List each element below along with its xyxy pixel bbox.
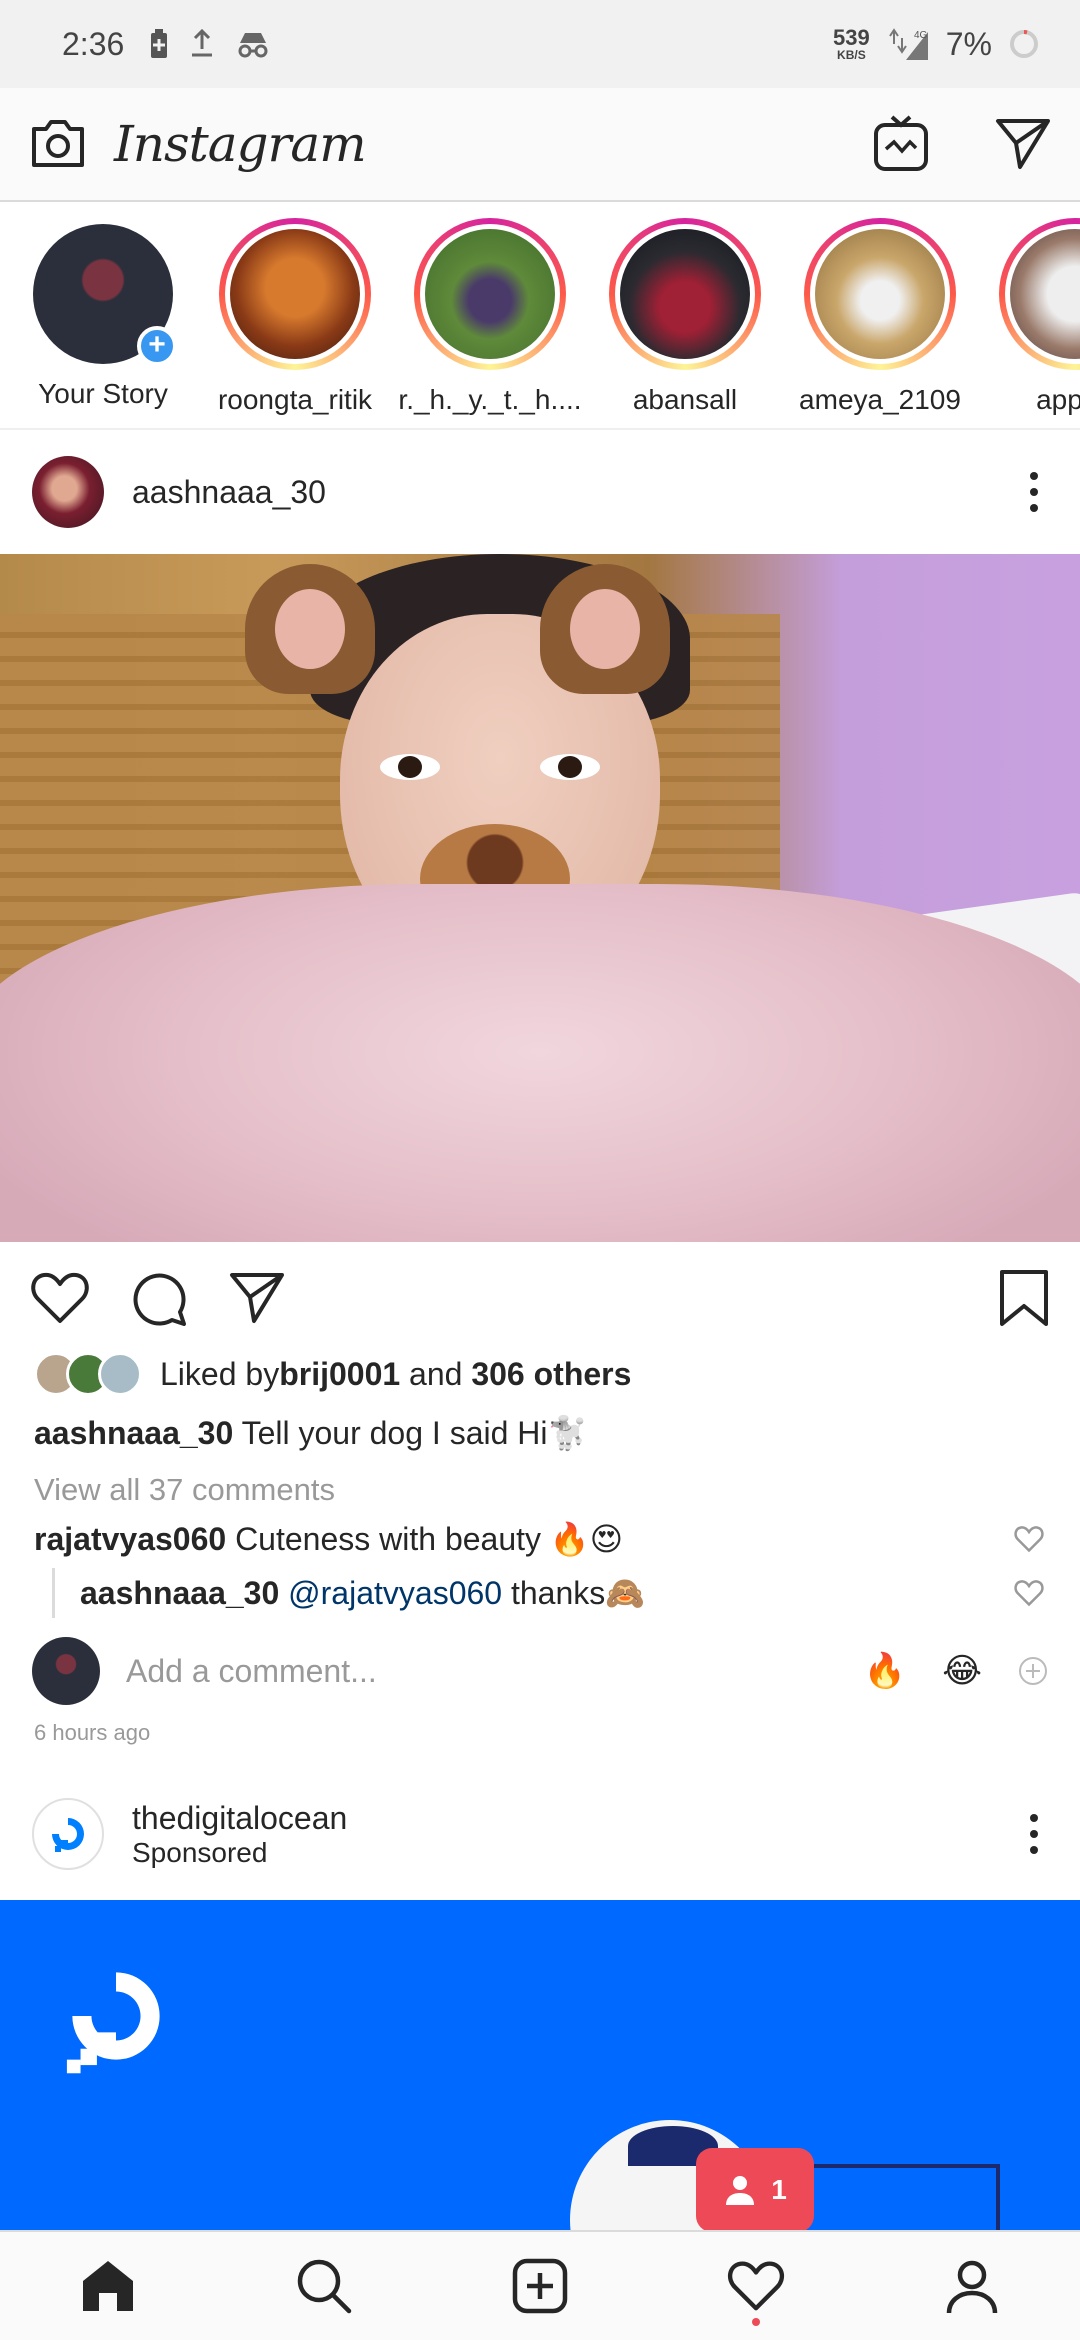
network-speed: 539 KB/S (833, 25, 870, 62)
add-comment-row: Add a comment... 🔥 😂 (32, 1636, 1048, 1706)
post-image[interactable] (0, 554, 1080, 1242)
incognito-icon (238, 33, 268, 58)
avatar (98, 1352, 142, 1396)
story-name: Your Story (38, 378, 168, 409)
sponsored-label: Sponsored (132, 1836, 268, 1868)
story-your-story[interactable]: + Your Story (8, 218, 198, 410)
igtv-icon[interactable] (872, 115, 930, 173)
liked-by-and: and (400, 1355, 472, 1392)
camera-icon[interactable] (28, 117, 88, 171)
add-comment-input[interactable]: Add a comment... (126, 1653, 377, 1690)
avatar (620, 229, 750, 359)
home-icon[interactable] (79, 2257, 137, 2315)
comment-mention[interactable]: @rajatvyas060 (279, 1575, 502, 1612)
liked-by-others[interactable]: 306 others (471, 1356, 631, 1393)
add-story-plus-icon[interactable]: + (137, 326, 177, 366)
story-name: abansall (632, 384, 738, 415)
quick-emoji-fire[interactable]: 🔥 (864, 1651, 906, 1691)
reply-indicator (52, 1568, 55, 1618)
battery-percent: 7% (945, 25, 992, 62)
instagram-logo: Instagram (114, 115, 367, 173)
caption-username[interactable]: aashnaaa_30 (34, 1415, 233, 1451)
caption-text: Tell your dog I said Hi🐩 (233, 1415, 588, 1451)
digitalocean-logo-icon (52, 1818, 84, 1852)
activity-notification-bubble[interactable]: 1 (696, 2148, 814, 2246)
avatar (815, 229, 945, 359)
post-username[interactable]: aashnaaa_30 (132, 474, 326, 511)
battery-ring-icon (1010, 30, 1038, 58)
avatar: + (33, 224, 177, 366)
likes-summary[interactable]: Liked by brij0001 and 306 others (34, 1352, 631, 1396)
quick-emoji-laugh[interactable]: 😂 (942, 1651, 982, 1691)
new-post-icon[interactable] (511, 2257, 569, 2315)
search-icon[interactable] (295, 2257, 353, 2315)
comment-icon[interactable] (130, 1270, 188, 1326)
view-all-comments-link[interactable]: View all 37 comments (34, 1472, 335, 1508)
like-heart-icon[interactable] (30, 1271, 90, 1325)
signal-icon: 4G (888, 28, 928, 60)
profile-icon[interactable] (943, 2257, 1001, 2315)
more-options-icon[interactable] (1030, 472, 1048, 512)
comment-username[interactable]: aashnaaa_30 (80, 1575, 279, 1612)
app-header: Instagram (0, 88, 1080, 202)
comment-like-heart-icon[interactable] (1014, 1579, 1044, 1607)
comment-reply-item: aashnaaa_30 @rajatvyas060 thanks🙈 (80, 1574, 1044, 1612)
story-item[interactable]: roongta_ritik (200, 218, 390, 416)
sponsored-username[interactable]: thedigitalocean (132, 1800, 347, 1837)
story-name: r._h._y._t._h.... (398, 384, 582, 415)
avatar[interactable] (32, 1798, 104, 1870)
status-time: 2:36 (62, 25, 125, 62)
avatar (230, 229, 360, 359)
post-actions (0, 1242, 1080, 1354)
avatar[interactable] (32, 456, 104, 528)
comment-text: thanks🙈 (502, 1575, 646, 1611)
status-bar: 2:36 539 KB/S 4G 7% (0, 0, 1080, 88)
avatar (32, 1637, 100, 1705)
liked-by-user[interactable]: brij0001 (279, 1356, 400, 1393)
stories-tray: + Your Story roongta_ritik r._h._y._t._h… (0, 202, 1080, 430)
activity-unread-dot (752, 2318, 760, 2326)
add-emoji-plus-icon[interactable] (1018, 1656, 1048, 1686)
notification-count: 1 (771, 2174, 787, 2205)
sponsored-post-image[interactable] (0, 1900, 1080, 2230)
post-caption: aashnaaa_30 Tell your dog I said Hi🐩 (34, 1414, 587, 1452)
battery-saver-icon (151, 29, 168, 58)
sponsored-post-header: thedigitalocean Sponsored (0, 1772, 1080, 1896)
bookmark-icon[interactable] (998, 1268, 1050, 1328)
post-timestamp: 6 hours ago (34, 1720, 151, 1745)
story-item[interactable]: appu_ (980, 218, 1080, 416)
avatar (1010, 229, 1080, 359)
comment-username[interactable]: rajatvyas060 (34, 1521, 226, 1558)
svg-text:4G: 4G (914, 30, 928, 41)
share-icon[interactable] (228, 1271, 286, 1325)
story-item[interactable]: ameya_2109 (785, 218, 975, 416)
digitalocean-logo-icon (66, 1972, 160, 2074)
story-item[interactable]: abansall (590, 218, 780, 416)
comment-item: rajatvyas060 Cuteness with beauty 🔥😍 (34, 1520, 1044, 1558)
comment-like-heart-icon[interactable] (1014, 1525, 1044, 1553)
activity-heart-icon[interactable] (727, 2259, 785, 2313)
post-header: aashnaaa_30 (0, 430, 1080, 554)
upload-icon (192, 29, 213, 57)
bottom-nav (0, 2230, 1080, 2340)
comment-text: Cuteness with beauty 🔥😍 (226, 1521, 624, 1557)
story-name: appu_ (1036, 384, 1080, 415)
more-options-icon[interactable] (1030, 1814, 1048, 1854)
story-name: ameya_2109 (799, 384, 961, 415)
direct-message-icon[interactable] (994, 117, 1052, 171)
liker-avatars (34, 1352, 142, 1396)
liked-by-prefix: Liked by (160, 1355, 280, 1392)
follower-icon (726, 2176, 755, 2205)
story-name: roongta_ritik (217, 384, 373, 415)
story-item[interactable]: r._h._y._t._h.... (395, 218, 585, 416)
avatar (425, 229, 555, 359)
